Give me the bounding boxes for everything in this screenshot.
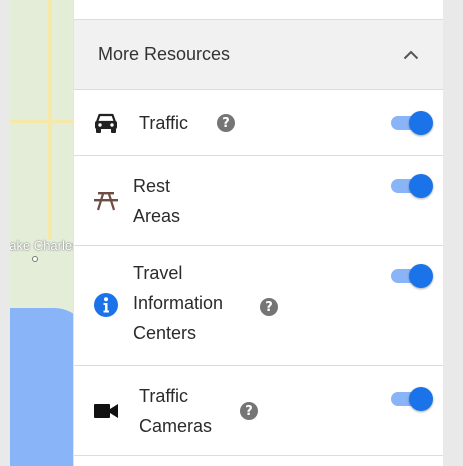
resource-row-travel-information-centers: Travel Information Centers ? <box>74 246 443 366</box>
toggle-thumb <box>409 264 433 288</box>
resource-row-traffic-cameras: Traffic Cameras ? <box>74 366 443 456</box>
traffic-toggle[interactable] <box>389 110 433 136</box>
traffic-cameras-toggle[interactable] <box>389 386 433 412</box>
map-place-label: Lake Charles <box>10 238 74 253</box>
resource-row-rest-areas: Rest Areas <box>74 156 443 246</box>
chevron-up-icon[interactable] <box>401 45 421 65</box>
help-icon[interactable]: ? <box>240 402 258 420</box>
travel-information-centers-toggle[interactable] <box>389 263 433 289</box>
toggle-thumb <box>409 111 433 135</box>
section-title: More Resources <box>98 44 231 64</box>
map-view[interactable]: Lake Charles <box>10 0 74 466</box>
resource-label: Rest Areas <box>133 176 181 226</box>
panel-scrollbar[interactable] <box>443 0 463 466</box>
resource-label: Traffic <box>139 113 189 133</box>
help-icon[interactable]: ? <box>217 114 235 132</box>
resources-panel: More Resources Traffic ? Rest Areas Trav… <box>73 0 443 466</box>
picnic-table-icon <box>92 187 120 215</box>
car-icon <box>92 109 120 137</box>
toggle-thumb <box>409 174 433 198</box>
resource-label: Traffic Cameras <box>139 386 213 436</box>
help-icon[interactable]: ? <box>260 298 278 316</box>
rest-areas-toggle[interactable] <box>389 173 433 199</box>
toggle-thumb <box>409 387 433 411</box>
more-resources-header[interactable]: More Resources <box>74 20 443 90</box>
info-icon <box>92 291 120 319</box>
map-city-marker <box>32 256 38 262</box>
camera-icon <box>92 397 120 425</box>
resource-row-traffic: Traffic ? <box>74 90 443 156</box>
resource-label: Travel Information Centers <box>133 263 224 343</box>
map-water <box>10 308 74 466</box>
panel-top-strip <box>74 0 443 20</box>
map-road <box>10 120 74 123</box>
